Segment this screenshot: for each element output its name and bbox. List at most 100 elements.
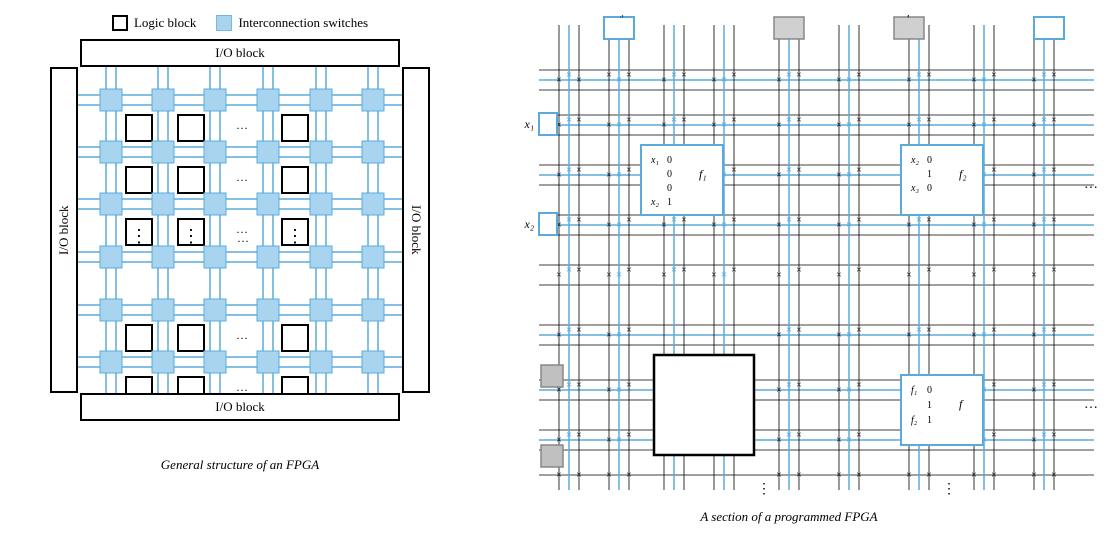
svg-text:×: × — [1041, 214, 1047, 226]
svg-text:×: × — [671, 114, 677, 126]
legend-logic: Logic block — [112, 15, 196, 31]
svg-text:×: × — [991, 470, 997, 481]
svg-text:×: × — [606, 70, 612, 81]
svg-text:×: × — [971, 470, 977, 481]
legend-switch-box — [216, 15, 232, 31]
svg-text:×: × — [626, 470, 632, 481]
svg-text:⋮: ⋮ — [130, 226, 148, 246]
svg-text:⋮: ⋮ — [286, 226, 304, 246]
svg-text:×: × — [616, 384, 622, 396]
svg-text:×: × — [566, 164, 572, 176]
svg-text:×: × — [711, 75, 717, 86]
svg-text:×: × — [1031, 435, 1037, 446]
svg-text:×: × — [1051, 70, 1057, 81]
svg-text:×: × — [856, 215, 862, 226]
left-caption: General structure of an FPGA — [161, 457, 319, 473]
svg-text:×: × — [991, 325, 997, 336]
svg-text:×: × — [796, 470, 802, 481]
svg-text:×: × — [846, 329, 852, 341]
svg-text:×: × — [786, 429, 792, 441]
svg-text:×: × — [556, 270, 562, 281]
main-container: Logic block Interconnection switches I/O… — [0, 0, 1118, 534]
svg-text:×: × — [776, 75, 782, 86]
svg-text:×: × — [661, 120, 667, 131]
svg-text:×: × — [836, 170, 842, 181]
svg-text:⋮: ⋮ — [942, 482, 956, 497]
svg-text:0: 0 — [667, 169, 672, 180]
svg-text:×: × — [731, 165, 737, 176]
svg-text:×: × — [1051, 430, 1057, 441]
svg-text:×: × — [991, 430, 997, 441]
svg-text:×: × — [916, 114, 922, 126]
svg-text:×: × — [1031, 170, 1037, 181]
svg-text:×: × — [626, 115, 632, 126]
svg-text:×: × — [556, 170, 562, 181]
legend-logic-label: Logic block — [134, 15, 196, 31]
svg-text:×: × — [1041, 324, 1047, 336]
svg-text:×: × — [721, 119, 727, 131]
svg-text:×: × — [786, 69, 792, 81]
legend-switch-label: Interconnection switches — [238, 15, 368, 31]
svg-text:×: × — [1041, 379, 1047, 391]
svg-text:×: × — [906, 75, 912, 86]
svg-text:0: 0 — [667, 183, 672, 194]
svg-text:×: × — [916, 69, 922, 81]
svg-text:×: × — [846, 74, 852, 86]
svg-text:1: 1 — [667, 197, 672, 208]
svg-text:0: 0 — [667, 155, 672, 166]
svg-text:×: × — [796, 380, 802, 391]
svg-text:×: × — [576, 430, 582, 441]
svg-text:×: × — [721, 219, 727, 231]
svg-text:×: × — [796, 325, 802, 336]
legend-switch: Interconnection switches — [216, 15, 368, 31]
svg-text:×: × — [1031, 470, 1037, 481]
fpga-grid: ⋮ ⋮ ⋮ … — [78, 67, 402, 393]
svg-text:×: × — [606, 220, 612, 231]
svg-text:×: × — [776, 435, 782, 446]
svg-text:x₂: x₂ — [524, 217, 535, 231]
svg-text:×: × — [681, 265, 687, 276]
svg-text:×: × — [556, 330, 562, 341]
svg-text:f₁: f₁ — [699, 167, 707, 181]
svg-text:×: × — [671, 69, 677, 81]
svg-text:×: × — [836, 220, 842, 231]
svg-text:x₃: x₃ — [613, 15, 624, 18]
svg-text:×: × — [566, 264, 572, 276]
svg-text:×: × — [671, 264, 677, 276]
svg-text:×: × — [971, 330, 977, 341]
svg-text:×: × — [1041, 429, 1047, 441]
svg-text:×: × — [786, 379, 792, 391]
svg-text:×: × — [796, 215, 802, 226]
svg-text:…: … — [1084, 397, 1098, 412]
svg-text:0: 0 — [927, 385, 932, 396]
svg-text:…: … — [236, 170, 248, 184]
svg-text:×: × — [1051, 325, 1057, 336]
svg-text:×: × — [1051, 380, 1057, 391]
svg-text:…: … — [236, 118, 248, 132]
svg-text:0: 0 — [927, 155, 932, 166]
svg-text:×: × — [556, 75, 562, 86]
svg-text:×: × — [981, 329, 987, 341]
svg-text:×: × — [786, 324, 792, 336]
fpga-diagram: I/O block I/O block I/O block I/O block — [50, 39, 430, 449]
svg-text:×: × — [991, 115, 997, 126]
svg-text:×: × — [776, 385, 782, 396]
svg-text:×: × — [566, 114, 572, 126]
svg-text:1: 1 — [927, 400, 932, 411]
svg-text:×: × — [711, 120, 717, 131]
svg-text:×: × — [606, 435, 612, 446]
svg-text:×: × — [576, 215, 582, 226]
svg-text:⋮: ⋮ — [757, 482, 771, 497]
svg-text:×: × — [916, 324, 922, 336]
svg-text:×: × — [616, 169, 622, 181]
io-block-right: I/O block — [402, 67, 430, 393]
svg-text:×: × — [606, 330, 612, 341]
svg-text:×: × — [616, 119, 622, 131]
svg-text:×: × — [576, 75, 582, 86]
svg-text:⋮: ⋮ — [182, 226, 200, 246]
svg-text:×: × — [606, 120, 612, 131]
svg-text:×: × — [991, 215, 997, 226]
svg-text:×: × — [566, 214, 572, 226]
svg-text:×: × — [856, 70, 862, 81]
svg-text:×: × — [846, 384, 852, 396]
